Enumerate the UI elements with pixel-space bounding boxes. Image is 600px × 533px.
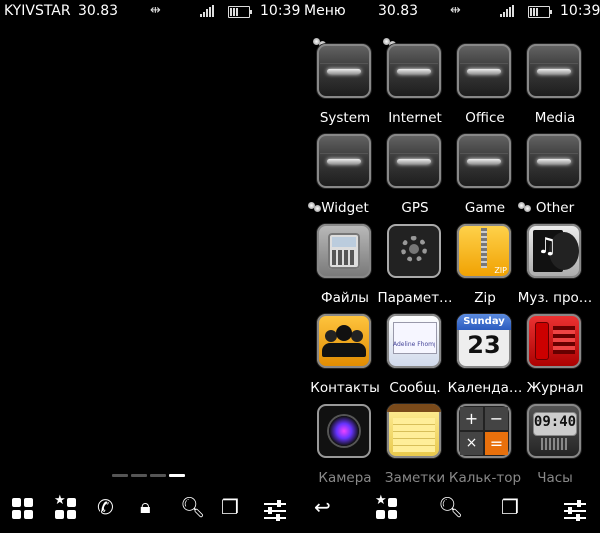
favorites-icon[interactable]: ★	[375, 493, 402, 524]
operator-name: KYIVSTAR	[4, 3, 71, 19]
menu-item-files[interactable]: Файлы	[310, 218, 380, 306]
folder-icon	[387, 134, 441, 188]
zip-icon: ZIP	[457, 224, 511, 278]
screen-title: Меню	[304, 3, 346, 19]
page-dot-active[interactable]	[169, 474, 185, 477]
battery-icon	[228, 6, 252, 18]
signal-icon	[200, 5, 214, 17]
notes-icon	[387, 404, 441, 458]
menu-item-label: Other	[535, 200, 575, 216]
menu-item-calculator[interactable]: + − × = Кальк-тор	[449, 398, 521, 486]
lock-icon[interactable]: 🔒︎	[140, 494, 151, 518]
page-indicator[interactable]	[112, 474, 188, 478]
settings-gears-icon	[387, 224, 441, 278]
folder-icon	[527, 44, 581, 98]
battery-value: 30.83	[378, 3, 419, 19]
calendar-day-name: Sunday	[463, 316, 505, 327]
folder-icon	[317, 44, 371, 98]
menu-item-gps[interactable]: GPS	[380, 128, 450, 216]
calendar-icon: Sunday 23	[457, 314, 511, 368]
file-manager-icon	[317, 224, 371, 278]
folder-icon	[527, 134, 581, 188]
menu-item-zip[interactable]: ZIP Zip	[450, 218, 520, 306]
menu-screen: Меню 30.83 ⇹ 10:39 System Internet Offic…	[300, 0, 600, 533]
usb-icon: ⇹	[150, 3, 161, 18]
menu-item-label: Часы	[537, 470, 573, 486]
status-bar: Меню 30.83 ⇹ 10:39	[300, 0, 600, 24]
clock-display: 09:40	[533, 414, 577, 430]
menu-item-other[interactable]: Other	[518, 128, 590, 216]
copy-icon[interactable]: ❐	[501, 495, 519, 519]
messages-icon: Adeline Fhomps	[387, 314, 441, 368]
call-log-icon	[527, 314, 581, 368]
music-note-icon: ♫	[537, 234, 557, 259]
calendar-day-number: 23	[467, 331, 501, 359]
menu-item-label: Media	[534, 110, 576, 126]
page-dot[interactable]	[150, 474, 166, 477]
camera-icon	[317, 404, 371, 458]
menu-item-calendar[interactable]: Sunday 23 Календа…	[448, 308, 522, 396]
menu-item-camera[interactable]: Камера	[310, 398, 380, 486]
menu-item-notes[interactable]: Заметки	[380, 398, 450, 486]
menu-item-messages[interactable]: Adeline Fhomps Сообщ.	[380, 308, 450, 396]
favorites-icon[interactable]: ★	[54, 493, 81, 524]
menu-item-call-log[interactable]: Журнал	[520, 308, 590, 396]
menu-item-internet[interactable]: Internet	[380, 38, 450, 126]
copy-icon[interactable]: ❐	[221, 495, 239, 519]
page-dot[interactable]	[112, 474, 128, 477]
menu-item-widget[interactable]: Widget	[308, 128, 380, 216]
apps-grid-icon[interactable]	[12, 498, 38, 524]
menu-item-settings[interactable]: Парамет…	[377, 218, 453, 306]
folder-icon	[317, 134, 371, 188]
phone-icon[interactable]: ✆	[97, 495, 114, 519]
contacts-icon	[317, 314, 371, 368]
bottom-toolbar: ↩ ★ 🔍︎ ❐	[300, 488, 600, 533]
back-icon[interactable]: ↩	[314, 495, 331, 519]
menu-item-label: Муз. про…	[517, 290, 593, 306]
menu-item-office[interactable]: Office	[450, 38, 520, 126]
clock-time: 10:39	[260, 3, 300, 19]
settings-sliders-icon[interactable]	[262, 498, 288, 524]
usb-icon: ⇹	[450, 3, 461, 18]
settings-sliders-icon[interactable]	[562, 498, 588, 524]
menu-item-game[interactable]: Game	[450, 128, 520, 216]
clock-icon: 09:40	[527, 404, 581, 458]
menu-item-media[interactable]: Media	[520, 38, 590, 126]
search-icon[interactable]: 🔍︎	[180, 495, 205, 519]
signal-icon	[500, 5, 514, 17]
clock-time: 10:39	[560, 3, 600, 19]
menu-item-system[interactable]: System	[310, 38, 380, 126]
status-bar: KYIVSTAR 30.83 ⇹ 10:39	[0, 0, 300, 24]
calculator-icon: + − × =	[457, 404, 511, 458]
search-icon[interactable]: 🔍︎	[438, 495, 463, 519]
bottom-toolbar: ★ ✆ 🔒︎ 🔍︎ ❐	[0, 488, 300, 533]
battery-icon	[528, 6, 552, 18]
home-screen: KYIVSTAR 30.83 ⇹ 10:39 ★ ✆ 🔒︎ 🔍︎ ❐	[0, 0, 300, 533]
folder-icon	[457, 134, 511, 188]
zip-label: ZIP	[494, 266, 507, 275]
menu-item-label: Журнал	[526, 380, 584, 396]
folder-icon	[457, 44, 511, 98]
folder-icon	[387, 44, 441, 98]
music-player-icon: ♫	[527, 224, 581, 278]
menu-item-clock[interactable]: 09:40 Часы	[520, 398, 590, 486]
menu-item-music[interactable]: ♫ Муз. про…	[518, 218, 592, 306]
menu-item-contacts[interactable]: Контакты	[310, 308, 380, 396]
message-preview: Adeline Fhomps	[393, 341, 435, 348]
battery-value: 30.83	[78, 3, 119, 19]
page-dot[interactable]	[131, 474, 147, 477]
